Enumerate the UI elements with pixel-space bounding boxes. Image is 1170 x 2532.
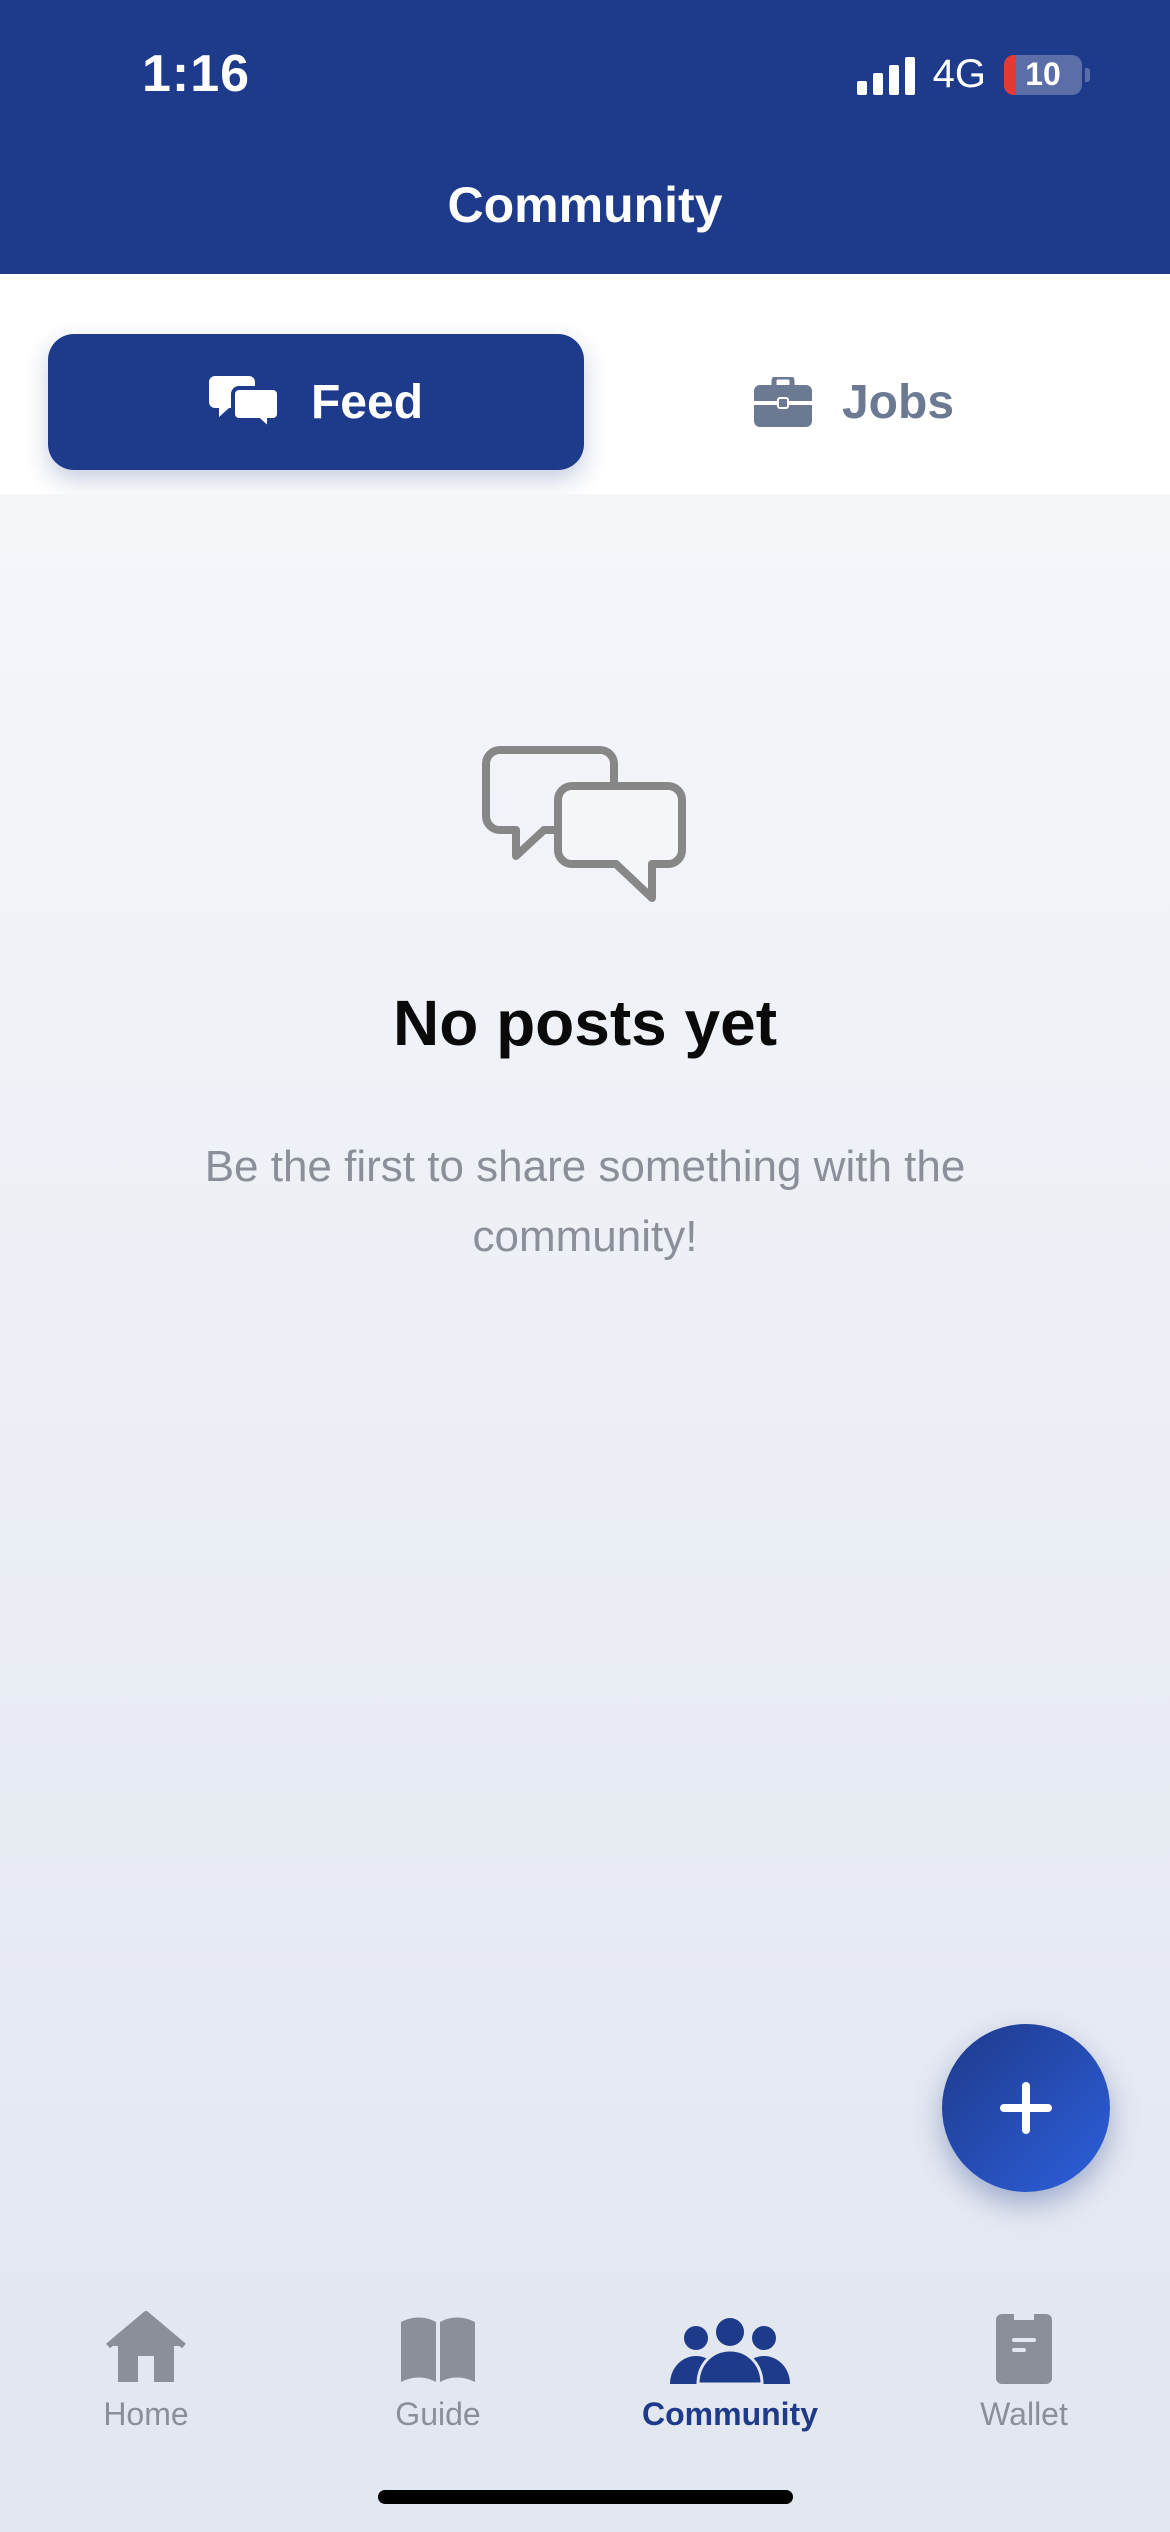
empty-state-title: No posts yet [392, 987, 778, 1059]
app-header: 1:16 4G 10 Community [0, 0, 1170, 274]
nav-item-wallet[interactable]: Wallet [914, 2294, 1134, 2444]
plus-icon [1000, 2082, 1052, 2134]
briefcase-icon [753, 377, 812, 427]
feed-content: No posts yet Be the first to share somet… [0, 494, 1170, 2274]
nav-item-home[interactable]: Home [36, 2294, 256, 2444]
tab-feed[interactable]: Feed [48, 334, 584, 470]
network-type: 4G [932, 52, 986, 96]
signal-icon [856, 55, 915, 95]
nav-label-wallet: Wallet [980, 2396, 1068, 2432]
nav-label-guide: Guide [395, 2396, 481, 2432]
tab-feed-label: Feed [310, 375, 424, 429]
people-icon [670, 2318, 790, 2384]
segment-tabs: Feed Jobs [0, 274, 1170, 494]
tab-jobs-label: Jobs [841, 375, 955, 429]
battery-tip [1085, 67, 1090, 82]
nav-label-home: Home [103, 2396, 189, 2432]
chat-bubbles-icon [208, 376, 281, 430]
wallet-icon [996, 2314, 1052, 2384]
nav-item-community[interactable]: Community [620, 2294, 840, 2444]
battery-icon: 10 [1004, 54, 1082, 95]
house-icon [106, 2311, 186, 2382]
book-icon [401, 2317, 475, 2382]
empty-state-subtitle: Be the first to share something with the… [204, 1142, 966, 1261]
chat-bubbles-outline-icon [482, 746, 686, 902]
nav-label-community: Community [642, 2396, 818, 2432]
page-title: Community [447, 177, 723, 233]
tab-jobs[interactable]: Jobs [586, 334, 1122, 470]
status-indicators: 4G 10 [856, 52, 1090, 97]
status-time: 1:16 [142, 45, 251, 103]
create-post-button[interactable] [942, 2024, 1110, 2192]
battery-level: 10 [1025, 56, 1061, 92]
nav-item-guide[interactable]: Guide [328, 2294, 548, 2444]
home-indicator [378, 2490, 793, 2504]
